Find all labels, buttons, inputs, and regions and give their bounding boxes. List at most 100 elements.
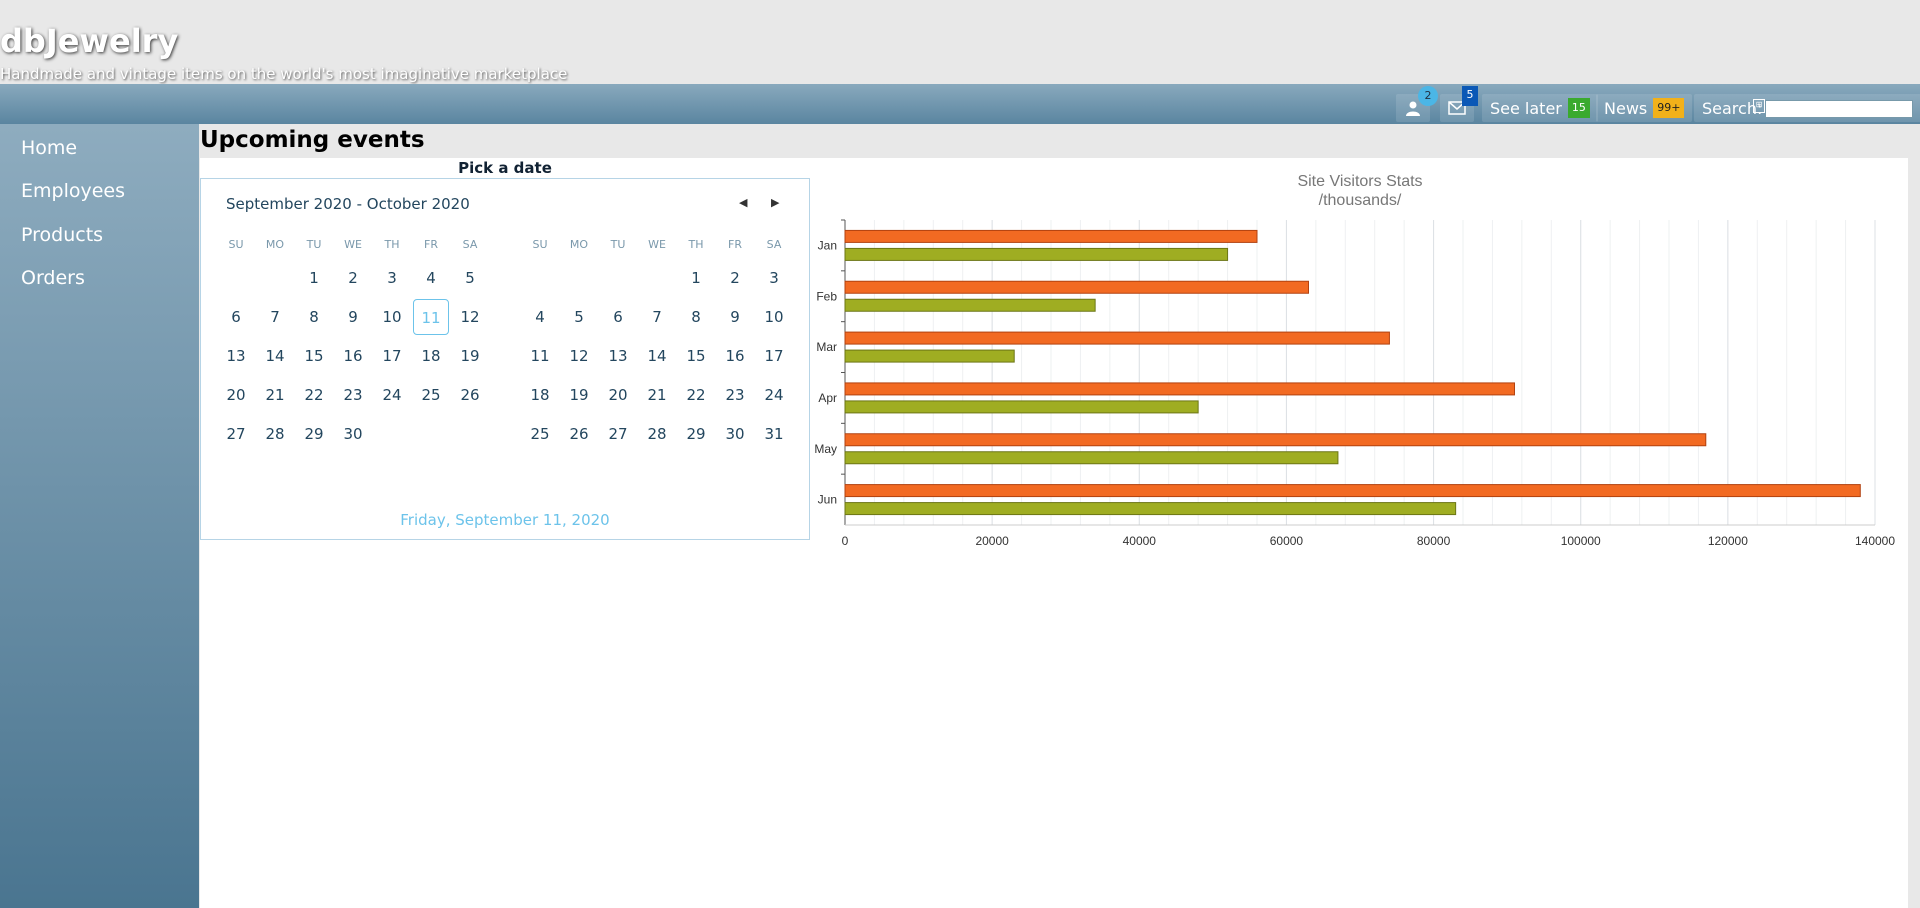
bar [844, 451, 1339, 465]
sidebar-item-employees[interactable]: Employees [21, 180, 125, 202]
see-later-label: See later [1490, 98, 1562, 118]
calendar-day[interactable]: 7 [257, 299, 293, 335]
calendar-day[interactable]: 6 [218, 299, 254, 335]
mail-notification-badge: 5 [1462, 86, 1478, 106]
calendar-day[interactable]: 14 [639, 338, 675, 374]
calendar-day[interactable]: 16 [717, 338, 753, 374]
bar [844, 502, 1457, 516]
calendar-day[interactable]: 31 [756, 416, 792, 452]
search-options-icon[interactable]: ⊞ [1753, 99, 1765, 113]
y-tick-label: Feb [816, 289, 837, 303]
calendar-day[interactable]: 19 [561, 377, 597, 413]
sidebar-item-home[interactable]: Home [21, 137, 77, 159]
calendar-day[interactable]: 12 [561, 338, 597, 374]
calendar-day[interactable]: 20 [218, 377, 254, 413]
calendar-day[interactable]: 29 [678, 416, 714, 452]
calendar-day[interactable]: 3 [756, 260, 792, 296]
calendar-day[interactable]: 30 [335, 416, 371, 452]
weekday-label: MO [569, 238, 589, 251]
calendar-day[interactable]: 1 [296, 260, 332, 296]
calendar-day[interactable]: 4 [522, 299, 558, 335]
calendar-day[interactable]: 15 [678, 338, 714, 374]
weekday-label: FR [424, 238, 438, 251]
sidebar-item-products[interactable]: Products [21, 224, 103, 246]
calendar-day[interactable]: 12 [452, 299, 488, 335]
bar [844, 331, 1390, 345]
next-month-icon[interactable]: ▶ [771, 196, 779, 209]
search-input[interactable] [1765, 100, 1913, 118]
calendar-day[interactable]: 9 [717, 299, 753, 335]
calendar-day[interactable]: 6 [600, 299, 636, 335]
calendar-day[interactable]: 23 [717, 377, 753, 413]
calendar-day[interactable]: 25 [522, 416, 558, 452]
bar [844, 484, 1861, 498]
calendar-day[interactable]: 24 [756, 377, 792, 413]
calendar-day[interactable]: 21 [639, 377, 675, 413]
weekday-label: SA [766, 238, 782, 251]
calendar-day[interactable]: 29 [296, 416, 332, 452]
calendar-day[interactable]: 25 [413, 377, 449, 413]
calendar-selected-date[interactable]: Friday, September 11, 2020 [200, 511, 810, 529]
calendar-day[interactable]: 30 [717, 416, 753, 452]
calendar-day[interactable]: 13 [218, 338, 254, 374]
calendar-day[interactable]: 28 [257, 416, 293, 452]
bar [844, 382, 1515, 396]
calendar-day[interactable]: 15 [296, 338, 332, 374]
calendar-day[interactable]: 8 [296, 299, 332, 335]
bar [844, 247, 1229, 261]
calendar-day[interactable]: 20 [600, 377, 636, 413]
calendar-day[interactable]: 22 [296, 377, 332, 413]
calendar-day[interactable]: 27 [600, 416, 636, 452]
weekday-label: TU [610, 238, 626, 251]
calendar-day[interactable]: 2 [717, 260, 753, 296]
weekday-label: TH [688, 238, 704, 251]
calendar-day[interactable]: 5 [452, 260, 488, 296]
news-count: 99+ [1653, 98, 1685, 118]
calendar-day[interactable]: 26 [561, 416, 597, 452]
calendar-day[interactable]: 23 [335, 377, 371, 413]
weekday-label: MO [265, 238, 285, 251]
calendar-day[interactable]: 17 [756, 338, 792, 374]
calendar-day[interactable]: 8 [678, 299, 714, 335]
calendar-day[interactable]: 4 [413, 260, 449, 296]
weekday-label: TU [306, 238, 322, 251]
calendar-day[interactable]: 9 [335, 299, 371, 335]
news-button[interactable]: News 99+ [1596, 94, 1693, 122]
prev-month-icon[interactable]: ◀ [739, 196, 747, 209]
see-later-button[interactable]: See later 15 [1482, 94, 1598, 122]
y-tick-label: Mar [816, 340, 837, 354]
calendar-day[interactable]: 19 [452, 338, 488, 374]
bar [844, 349, 1015, 363]
calendar-day[interactable]: 22 [678, 377, 714, 413]
calendar-day[interactable]: 18 [522, 377, 558, 413]
calendar-day[interactable]: 16 [335, 338, 371, 374]
calendar-day[interactable]: 14 [257, 338, 293, 374]
app-logo[interactable]: dbJewelry [0, 22, 178, 60]
calendar-day[interactable]: 27 [218, 416, 254, 452]
calendar-day[interactable]: 10 [756, 299, 792, 335]
calendar-day[interactable]: 28 [639, 416, 675, 452]
calendar-day[interactable]: 17 [374, 338, 410, 374]
calendar-day[interactable]: 7 [639, 299, 675, 335]
bar [844, 400, 1199, 414]
weekday-label: SU [532, 238, 548, 251]
y-tick-label: Jun [818, 493, 837, 507]
calendar-day[interactable]: 11 [413, 299, 449, 335]
calendar-heading: Pick a date [458, 159, 552, 177]
calendar-day[interactable]: 11 [522, 338, 558, 374]
calendar-day[interactable]: 3 [374, 260, 410, 296]
chart-title: Site Visitors Stats [1297, 173, 1423, 190]
calendar-day[interactable]: 5 [561, 299, 597, 335]
calendar-day[interactable]: 18 [413, 338, 449, 374]
calendar-day[interactable]: 2 [335, 260, 371, 296]
calendar-day[interactable]: 24 [374, 377, 410, 413]
sidebar-item-orders[interactable]: Orders [21, 267, 85, 289]
calendar-day[interactable]: 26 [452, 377, 488, 413]
calendar-day[interactable]: 13 [600, 338, 636, 374]
calendar-day[interactable]: 21 [257, 377, 293, 413]
calendar-day[interactable]: 1 [678, 260, 714, 296]
see-later-count: 15 [1567, 98, 1590, 118]
calendar-day[interactable]: 10 [374, 299, 410, 335]
y-tick-label: Jan [818, 238, 837, 252]
calendar-range-title[interactable]: September 2020 - October 2020 [226, 195, 470, 213]
